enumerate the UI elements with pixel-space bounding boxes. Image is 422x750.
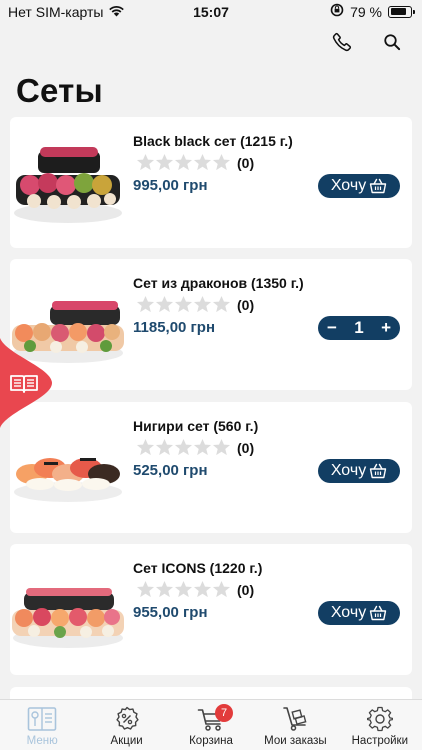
star-icon[interactable]: [155, 438, 174, 457]
star-icon[interactable]: [155, 295, 174, 314]
rotation-lock-icon: [330, 3, 344, 20]
product-name: Нигири сет (560 г.): [133, 418, 259, 434]
product-image: [14, 458, 122, 502]
add-to-cart-label: Хочу: [330, 604, 367, 621]
menu-icon: [27, 704, 57, 734]
star-icon[interactable]: [193, 153, 212, 172]
basket-icon: [369, 178, 387, 194]
basket-icon: [369, 463, 387, 479]
rating-stars[interactable]: (0): [136, 295, 254, 314]
product-card[interactable]: Сет ICONS (1220 г.) (0) 955,00 грн Хочу: [10, 544, 412, 675]
discount-icon: [112, 704, 142, 734]
tab-label: Настройки: [351, 735, 409, 747]
star-icon[interactable]: [193, 295, 212, 314]
tab-menu[interactable]: Меню: [0, 700, 84, 750]
star-icon[interactable]: [155, 153, 174, 172]
star-icon[interactable]: [212, 295, 231, 314]
battery-icon: [388, 5, 415, 18]
product-card[interactable]: Black black сет (1215 г.) (0) 995,00 грн…: [10, 117, 412, 248]
page-title: Сеты: [16, 72, 103, 109]
cart-count-badge: 7: [215, 704, 234, 722]
battery-fill: [390, 8, 406, 15]
rating-count: (0): [237, 296, 255, 313]
star-icon[interactable]: [193, 580, 212, 599]
rating-count: (0): [237, 581, 255, 598]
star-icon[interactable]: [174, 153, 193, 172]
basket-icon: [369, 605, 387, 621]
quantity-value: 1: [354, 318, 364, 337]
search-button[interactable]: [380, 30, 404, 54]
product-price: 955,00 грн: [133, 604, 208, 621]
tab-label: Мои заказы: [264, 735, 327, 747]
phone-icon: [332, 32, 352, 52]
rating-stars[interactable]: (0): [136, 580, 254, 599]
rating-stars[interactable]: (0): [136, 153, 254, 172]
tab-my-orders[interactable]: Мои заказы: [253, 700, 337, 750]
top-actions: [330, 30, 404, 54]
add-to-cart-button[interactable]: Хочу: [318, 174, 400, 198]
star-icon[interactable]: [193, 438, 212, 457]
product-image: [12, 588, 124, 648]
status-bar: Нет SIM-карты 15:07 79 %: [0, 0, 422, 24]
catalog-side-tab[interactable]: [0, 338, 52, 428]
product-name: Black black сет (1215 г.): [133, 133, 293, 149]
product-name: Сет из драконов (1350 г.): [133, 275, 304, 291]
star-icon[interactable]: [155, 580, 174, 599]
gear-icon: [365, 704, 395, 734]
star-icon[interactable]: [212, 580, 231, 599]
decrease-button[interactable]: −: [327, 318, 337, 338]
tab-cart[interactable]: 7 Корзина: [169, 700, 253, 750]
product-price: 525,00 грн: [133, 462, 208, 479]
star-icon[interactable]: [174, 580, 193, 599]
tab-promotions[interactable]: Акции: [84, 700, 168, 750]
tab-label: Меню: [26, 735, 58, 747]
battery-percent: 79 %: [350, 3, 382, 20]
tab-settings[interactable]: Настройки: [338, 700, 422, 750]
quantity-stepper[interactable]: − 1 +: [318, 316, 400, 340]
product-price: 1185,00 грн: [133, 319, 216, 336]
increase-button[interactable]: +: [381, 318, 391, 338]
star-icon[interactable]: [136, 153, 155, 172]
product-card[interactable]: Нигири сет (560 г.) (0) 525,00 грн Хочу: [10, 402, 412, 533]
rating-count: (0): [237, 154, 255, 171]
status-right-group: 79 %: [330, 3, 415, 20]
star-icon[interactable]: [136, 295, 155, 314]
product-price: 995,00 грн: [133, 177, 208, 194]
search-icon: [384, 34, 401, 51]
tab-label: Корзина: [189, 735, 233, 747]
star-icon[interactable]: [212, 438, 231, 457]
product-name: Сет ICONS (1220 г.): [133, 560, 263, 576]
product-image: [14, 147, 122, 223]
add-to-cart-label: Хочу: [330, 462, 367, 479]
star-icon[interactable]: [136, 580, 155, 599]
product-card[interactable]: Сет из драконов (1350 г.) (0) 1185,00 гр…: [10, 259, 412, 390]
rating-stars[interactable]: (0): [136, 438, 254, 457]
tab-label: Акции: [110, 735, 143, 747]
rating-count: (0): [237, 439, 255, 456]
star-icon[interactable]: [174, 438, 193, 457]
phone-button[interactable]: [330, 30, 354, 54]
add-to-cart-button[interactable]: Хочу: [318, 459, 400, 483]
orders-icon: [280, 704, 310, 734]
star-icon[interactable]: [174, 295, 193, 314]
star-icon[interactable]: [136, 438, 155, 457]
add-to-cart-label: Хочу: [330, 177, 367, 194]
bottom-tab-bar: Меню Акции 7 Корзина Мои заказы Настройк…: [0, 699, 422, 750]
add-to-cart-button[interactable]: Хочу: [318, 601, 400, 625]
star-icon[interactable]: [212, 153, 231, 172]
